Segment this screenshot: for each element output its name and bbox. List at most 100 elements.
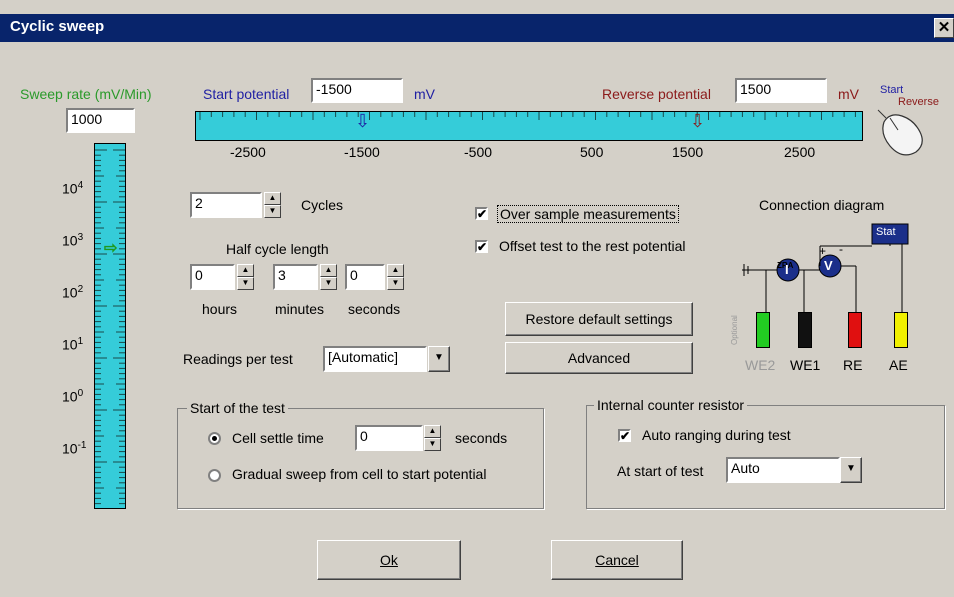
mouse-hint-reverse: Reverse	[898, 96, 939, 108]
spin-up-icon[interactable]: ▲	[387, 264, 404, 277]
scale-label-1e0: 100	[62, 388, 84, 405]
electrode-label-ae: AE	[889, 357, 908, 373]
seconds-input[interactable]: 0	[345, 264, 385, 290]
minutes-label: minutes	[275, 301, 325, 317]
ok-button-label: Ok	[380, 552, 398, 568]
chevron-down-icon: ▼	[846, 463, 856, 474]
electrode-label-we1: WE1	[790, 357, 821, 373]
hours-label: hours	[202, 301, 238, 317]
auto-ranging-label[interactable]: Auto ranging during test	[642, 427, 791, 443]
hours-spinner[interactable]: ▲ ▼	[237, 264, 254, 290]
sweep-rate-label: Sweep rate (mV/Min)	[20, 86, 152, 102]
connection-diagram-title: Connection diagram	[759, 197, 885, 213]
over-sample-checkbox[interactable]: ✔	[475, 207, 488, 220]
start-potential-unit: mV	[414, 86, 435, 102]
spin-up-icon[interactable]: ▲	[424, 425, 441, 438]
check-icon: ✔	[620, 429, 631, 443]
potential-ruler[interactable]	[195, 111, 863, 141]
minutes-input[interactable]: 3	[273, 264, 318, 290]
window-title: Cyclic sweep	[10, 18, 105, 35]
gradual-sweep-radio[interactable]	[208, 469, 221, 482]
optional-label: Optional	[730, 315, 739, 345]
axis-tick-label: 2500	[784, 144, 816, 160]
cycles-input[interactable]: 2	[190, 192, 262, 218]
scale-label-1e4: 104	[62, 180, 84, 197]
check-icon: ✔	[477, 240, 488, 254]
spin-down-icon[interactable]: ▼	[320, 277, 337, 290]
reverse-marker-icon[interactable]: ⇩	[690, 112, 705, 130]
scale-label-1e3: 103	[62, 232, 84, 249]
axis-tick-label: 500	[580, 144, 604, 160]
electrode-label-re: RE	[843, 357, 863, 373]
start-potential-label: Start potential	[203, 86, 290, 102]
reverse-potential-input[interactable]: 1500	[735, 78, 827, 103]
start-potential-input[interactable]: -1500	[311, 78, 403, 103]
cancel-button-label: Cancel	[595, 552, 639, 568]
cycles-label: Cycles	[301, 197, 344, 213]
at-start-dropdown-button[interactable]: ▼	[840, 457, 862, 483]
spin-down-icon[interactable]: ▼	[237, 277, 254, 290]
sweep-rate-ticks	[95, 149, 125, 505]
spin-up-icon[interactable]: ▲	[237, 264, 254, 277]
at-start-select[interactable]: Auto	[726, 457, 840, 483]
readings-select[interactable]: [Automatic]	[323, 346, 427, 372]
voltage-meter-icon: V	[824, 258, 833, 273]
axis-tick-label: -1500	[344, 144, 380, 160]
minutes-spinner[interactable]: ▲ ▼	[320, 264, 337, 290]
chevron-down-icon: ▼	[434, 352, 444, 363]
cell-settle-input[interactable]: 0	[355, 425, 423, 451]
spin-down-icon[interactable]: ▼	[424, 438, 441, 451]
mouse-icon	[877, 109, 923, 156]
potential-axis-labels: -2500 -1500 -500 500 1500 2500	[228, 144, 848, 162]
spin-up-icon[interactable]: ▲	[320, 264, 337, 277]
auto-ranging-checkbox[interactable]: ✔	[618, 429, 631, 442]
start-of-test-group	[177, 408, 544, 509]
seconds-spinner[interactable]: ▲ ▼	[387, 264, 404, 290]
title-bar	[0, 14, 954, 42]
electrode-re	[848, 312, 862, 348]
advanced-button[interactable]: Advanced	[505, 342, 693, 374]
half-cycle-label: Half cycle length	[226, 241, 329, 257]
scale-label-1e1: 101	[62, 336, 84, 353]
spin-down-icon[interactable]: ▼	[264, 205, 281, 218]
spin-down-icon[interactable]: ▼	[387, 277, 404, 290]
sweep-rate-input[interactable]: 1000	[66, 108, 135, 133]
reverse-potential-unit: mV	[838, 86, 859, 102]
gradual-sweep-label[interactable]: Gradual sweep from cell to start potenti…	[232, 466, 486, 482]
offset-label[interactable]: Offset test to the rest potential	[499, 238, 686, 254]
current-meter-icon: I	[785, 262, 789, 277]
spin-up-icon[interactable]: ▲	[264, 192, 281, 205]
start-of-test-label: Start of the test	[187, 400, 288, 416]
scale-label-1e-1: 10-1	[62, 440, 87, 457]
scale-label-1e2: 102	[62, 284, 84, 301]
cell-settle-unit: seconds	[455, 430, 508, 446]
reverse-potential-label: Reverse potential	[602, 86, 711, 102]
restore-defaults-button[interactable]: Restore default settings	[505, 302, 693, 336]
stat-label: Stat	[876, 226, 896, 238]
over-sample-label[interactable]: Over sample measurements	[497, 205, 679, 223]
seconds-label: seconds	[348, 301, 401, 317]
counter-resistor-label: Internal counter resistor	[594, 397, 748, 413]
electrode-label-we2: WE2	[745, 357, 776, 373]
cell-settle-label[interactable]: Cell settle time	[232, 430, 324, 446]
cycles-spinner[interactable]: ▲ ▼	[264, 192, 281, 218]
readings-dropdown-button[interactable]: ▼	[428, 346, 450, 372]
electrode-we2	[756, 312, 770, 348]
cancel-button[interactable]: Cancel	[551, 540, 683, 580]
cell-settle-spinner[interactable]: ▲ ▼	[424, 425, 441, 451]
right-arrow-icon[interactable]: ⇨	[104, 238, 117, 258]
readings-label: Readings per test	[183, 351, 293, 367]
axis-tick-label: -500	[464, 144, 493, 160]
hours-input[interactable]: 0	[190, 264, 235, 290]
close-icon: ✕	[937, 19, 951, 36]
offset-checkbox[interactable]: ✔	[475, 240, 488, 253]
start-marker-icon[interactable]: ⇩	[355, 112, 370, 130]
close-button[interactable]: ✕	[934, 18, 954, 38]
minus-sign: -	[839, 242, 843, 256]
sweep-rate-scale[interactable]	[94, 143, 126, 509]
electrode-ae	[894, 312, 908, 348]
electrode-we1	[798, 312, 812, 348]
at-start-label: At start of test	[617, 463, 704, 479]
cell-settle-radio[interactable]	[208, 432, 221, 445]
ok-button[interactable]: Ok	[317, 540, 461, 580]
